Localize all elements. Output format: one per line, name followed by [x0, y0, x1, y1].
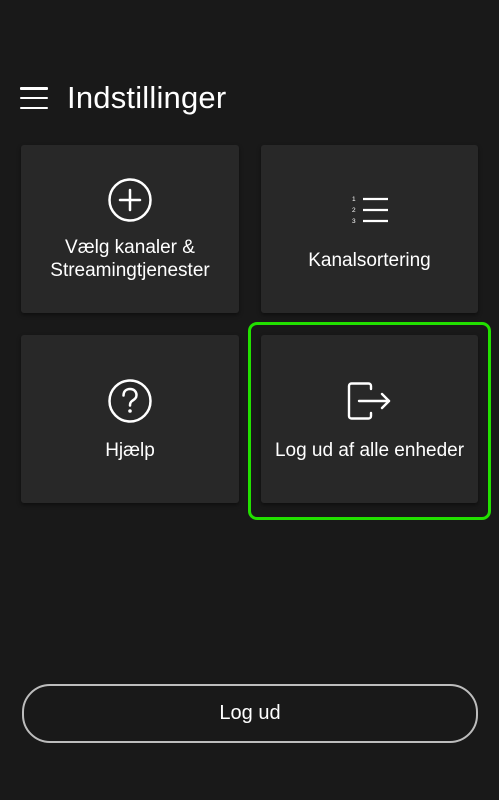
logout-button[interactable]: Log ud [22, 684, 478, 743]
list-number: 2 [352, 207, 356, 214]
list-number: 3 [352, 218, 356, 225]
tile-label: Hjælp [105, 439, 155, 461]
logout-icon [346, 377, 394, 425]
header: Indstillinger [20, 76, 226, 120]
tile-label: Vælg kanaler & Streamingtjenester [50, 237, 210, 281]
numbered-list-icon: 1 2 3 [346, 187, 394, 235]
tile-choose-channels[interactable]: Vælg kanaler & Streamingtjenester [21, 145, 239, 313]
hamburger-menu-icon[interactable] [20, 87, 48, 109]
list-number: 1 [352, 196, 356, 203]
tile-label: Log ud af alle enheder [274, 439, 465, 461]
page-title: Indstillinger [67, 80, 227, 115]
tile-channel-sorting[interactable]: 1 2 3 Kanalsortering [261, 145, 478, 313]
question-circle-icon [106, 377, 154, 425]
tile-label: Kanalsortering [308, 249, 431, 271]
tile-logout-all-devices[interactable]: Log ud af alle enheder [261, 335, 478, 503]
plus-circle-icon [106, 176, 154, 224]
tile-help[interactable]: Hjælp [21, 335, 239, 503]
